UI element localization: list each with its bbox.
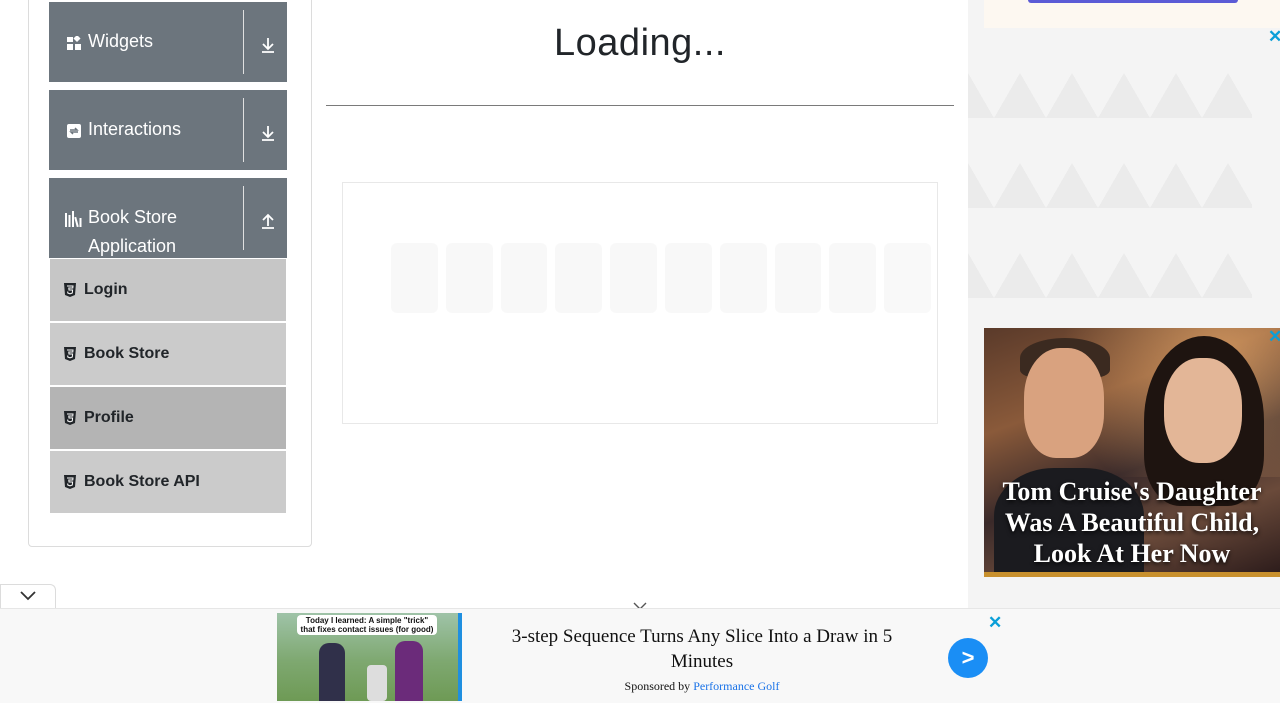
close-icon[interactable]: ✕ <box>1268 28 1280 45</box>
title-divider <box>326 105 954 106</box>
sponsored-by-label: Sponsored by <box>624 679 691 693</box>
menu-item-label: Login <box>84 281 128 298</box>
html5-icon <box>64 347 76 361</box>
ad-thumbnail[interactable]: Today I learned: A simple "trick" that f… <box>277 613 462 701</box>
interactions-icon <box>67 124 81 138</box>
html5-icon <box>64 411 76 425</box>
ad-accent-line <box>984 572 1280 577</box>
widgets-icon <box>67 36 81 50</box>
side-photo-ad[interactable]: Tom Cruise's Daughter Was A Beautiful Ch… <box>984 328 1280 577</box>
menu-item-profile[interactable]: Profile <box>50 387 286 449</box>
group-interactions[interactable]: Interactions <box>49 90 287 170</box>
blurred-placeholder <box>391 243 931 313</box>
ad-golfer <box>319 643 345 701</box>
menu-item-label: Book Store <box>84 345 170 362</box>
menu-item-book-store[interactable]: Book Store <box>50 323 286 385</box>
group-widgets[interactable]: Widgets <box>49 2 287 82</box>
ad-sponsor-line: Sponsored by Performance Golf <box>490 679 914 694</box>
group-book-store-label: Book Store Application <box>88 207 178 256</box>
page-bottom-strip <box>0 703 1280 720</box>
ad-person-face <box>1164 358 1242 463</box>
page-title: Loading... <box>554 22 726 64</box>
upload-arrow-icon[interactable] <box>259 212 277 230</box>
menu-item-book-store-api[interactable]: Book Store API <box>50 451 286 513</box>
html5-icon <box>64 283 76 297</box>
close-icon[interactable]: ✕ <box>988 614 1002 631</box>
download-arrow-icon[interactable] <box>259 36 277 54</box>
ad-go-button[interactable]: > <box>948 638 988 678</box>
top-ad-banner[interactable] <box>984 0 1280 28</box>
top-ad-bar <box>1028 0 1238 3</box>
menu-item-label: Profile <box>84 409 134 426</box>
divider <box>243 186 244 250</box>
close-icon[interactable]: ✕ <box>1268 328 1280 345</box>
html5-icon <box>64 475 76 489</box>
download-arrow-icon[interactable] <box>259 124 277 142</box>
content-placeholder <box>342 182 938 424</box>
chevron-down-icon <box>20 588 36 606</box>
sponsor-link[interactable]: Performance Golf <box>693 679 779 693</box>
menu-item-login[interactable]: Login <box>50 259 286 321</box>
ad-thumbnail-text: Today I learned: A simple "trick" that f… <box>297 615 437 635</box>
divider <box>243 10 244 74</box>
ad-background-pattern <box>968 28 1252 328</box>
group-widgets-label: Widgets <box>88 31 154 51</box>
divider <box>243 98 244 162</box>
ad-headline[interactable]: 3-step Sequence Turns Any Slice Into a D… <box>490 624 914 674</box>
collapse-toggle[interactable] <box>0 584 56 608</box>
ad-golf-bag <box>367 665 387 701</box>
menu-item-label: Book Store API <box>84 473 200 490</box>
ad-caption: Tom Cruise's Daughter Was A Beautiful Ch… <box>1002 477 1262 568</box>
group-book-store-application[interactable]: Book Store Application <box>49 178 287 258</box>
ad-golfer <box>395 641 423 701</box>
ad-person-face <box>1024 348 1104 458</box>
group-interactions-label: Interactions <box>88 119 182 139</box>
book-store-icon <box>65 211 85 227</box>
